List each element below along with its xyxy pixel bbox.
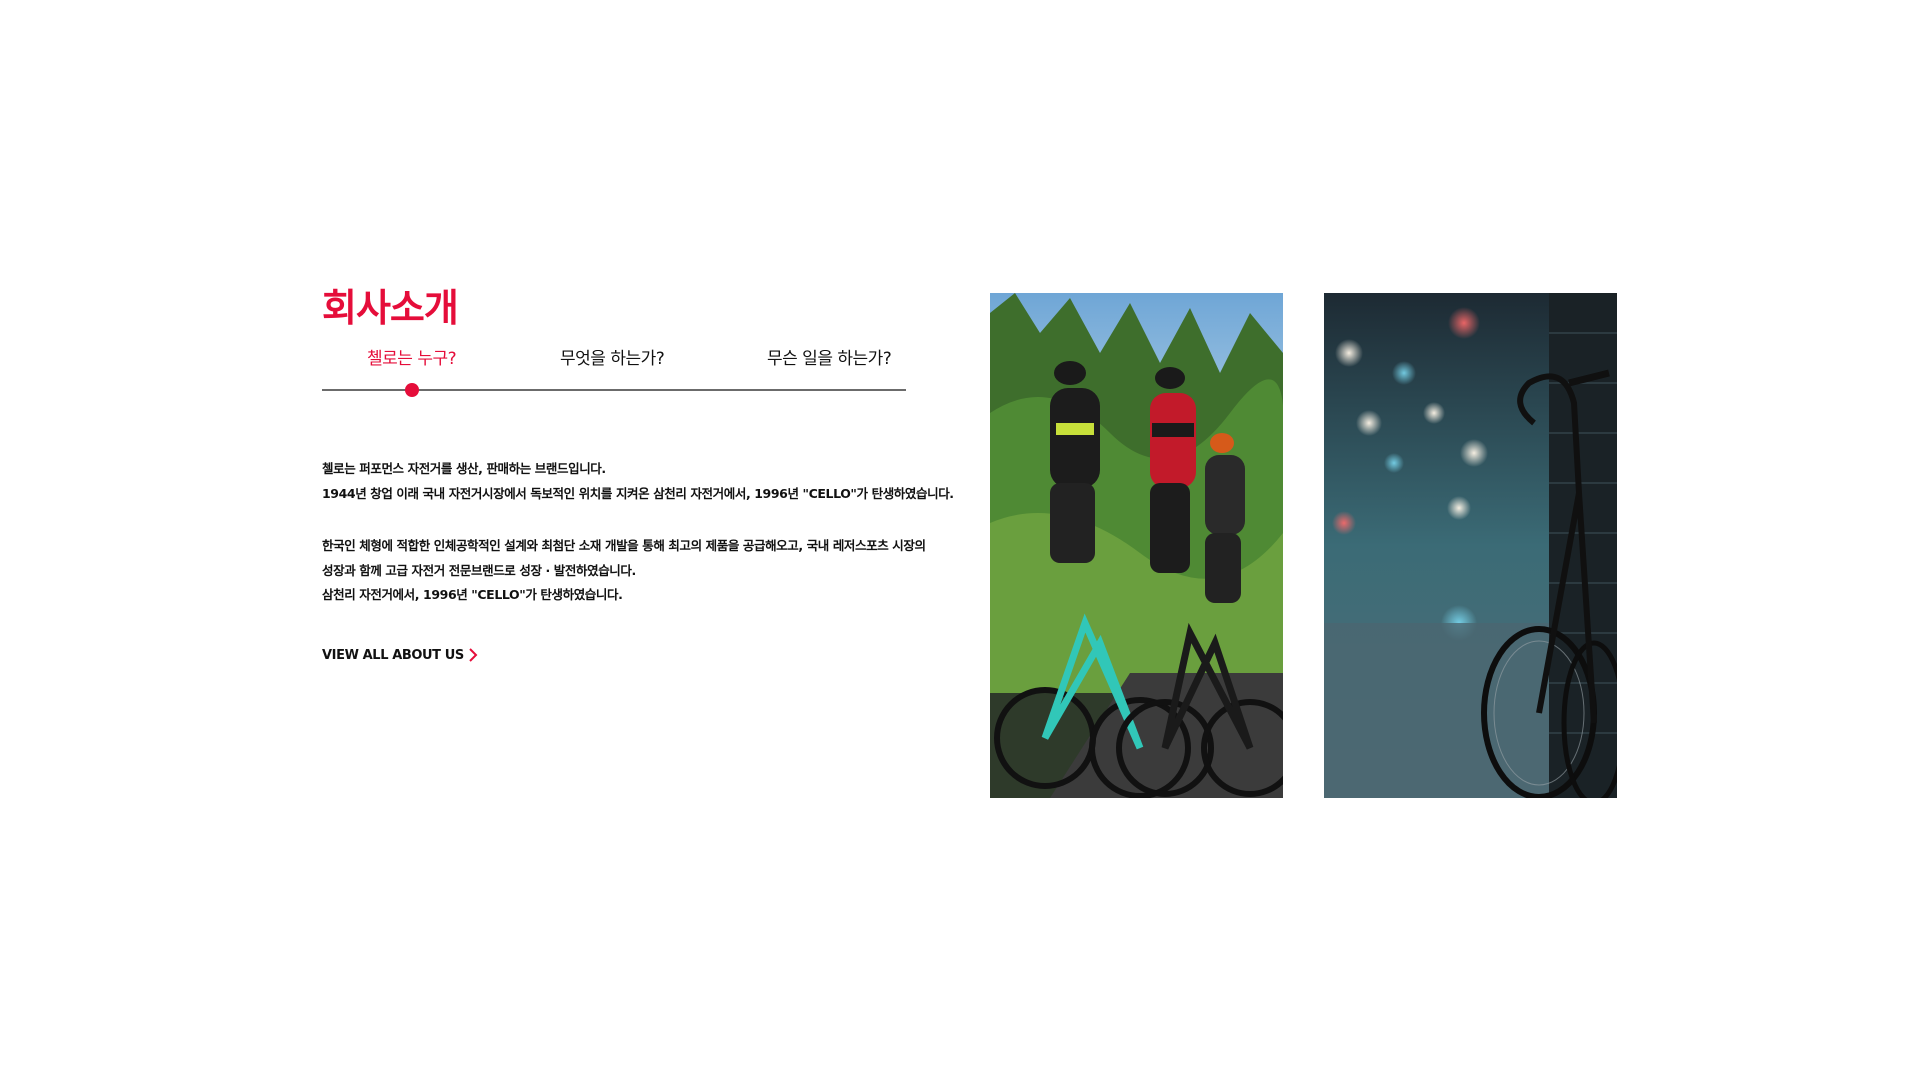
tab-work[interactable]: 무슨 일을 하는가? <box>767 345 892 373</box>
view-all-link[interactable]: VIEW ALL ABOUT US <box>322 648 478 663</box>
tab-bar: 첼로는 누구? 무엇을 하는가? 무슨 일을 하는가? <box>322 345 906 399</box>
tab-what[interactable]: 무엇을 하는가? <box>560 345 665 373</box>
description-line: 1944년 창업 이래 국내 자전거시장에서 독보적인 위치를 지켜온 삼천리 … <box>322 485 954 501</box>
about-section: 회사소개 첼로는 누구? 무엇을 하는가? 무슨 일을 하는가? 첼로는 퍼포먼… <box>322 285 954 663</box>
cyclists-photo <box>990 293 1283 798</box>
description-line: 한국인 체형에 적합한 인체공학적인 설계와 최첨단 소재 개발을 통해 최고의… <box>322 538 926 553</box>
description: 첼로는 퍼포먼스 자전거를 생산, 판매하는 브랜드입니다. 1944년 창업 … <box>322 457 954 608</box>
parked-bicycle-photo <box>1324 293 1617 798</box>
description-line: 성장과 함께 고급 자전거 전문브랜드로 성장 · 발전하였습니다. <box>322 562 636 578</box>
description-line: 첼로는 퍼포먼스 자전거를 생산, 판매하는 브랜드입니다. <box>322 461 606 476</box>
active-tab-indicator[interactable] <box>405 383 419 397</box>
view-all-label: VIEW ALL ABOUT US <box>322 647 464 663</box>
tab-who[interactable]: 첼로는 누구? <box>367 345 457 373</box>
description-line: 삼천리 자전거에서, 1996년 "CELLO"가 탄생하였습니다. <box>322 587 623 602</box>
page: 회사소개 첼로는 누구? 무엇을 하는가? 무슨 일을 하는가? 첼로는 퍼포먼… <box>0 0 1920 1080</box>
chevron-right-icon <box>469 648 478 662</box>
section-title: 회사소개 <box>322 286 459 330</box>
